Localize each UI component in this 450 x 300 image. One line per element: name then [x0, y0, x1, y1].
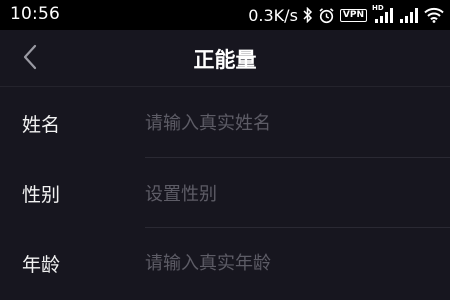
form-row-name: 姓名: [0, 88, 450, 158]
age-label: 年龄: [22, 254, 61, 276]
age-input[interactable]: [145, 248, 435, 278]
signal-icon: [399, 7, 419, 24]
status-bar: 10:56 0.3K/s VPN HD: [0, 0, 450, 30]
page-title: 正能量: [193, 48, 257, 72]
status-icons: 0.3K/s VPN HD: [248, 4, 444, 26]
vpn-icon: VPN: [339, 8, 367, 22]
name-input[interactable]: [145, 108, 435, 138]
gender-select[interactable]: 设置性别: [145, 180, 217, 206]
nav-bar: 正能量: [0, 30, 450, 87]
nav-divider: [0, 86, 450, 87]
form-row-gender: 性别 设置性别: [0, 158, 450, 228]
form-row-age: 年龄: [0, 228, 450, 298]
name-label: 姓名: [22, 114, 61, 136]
wifi-icon: [424, 7, 444, 23]
bluetooth-icon: [303, 7, 313, 23]
status-time: 10:56: [10, 4, 60, 24]
alarm-icon: [318, 7, 335, 24]
network-speed: 0.3K/s: [248, 5, 298, 25]
hd-signal-icon: HD: [372, 4, 394, 24]
gender-label: 性别: [22, 184, 61, 206]
